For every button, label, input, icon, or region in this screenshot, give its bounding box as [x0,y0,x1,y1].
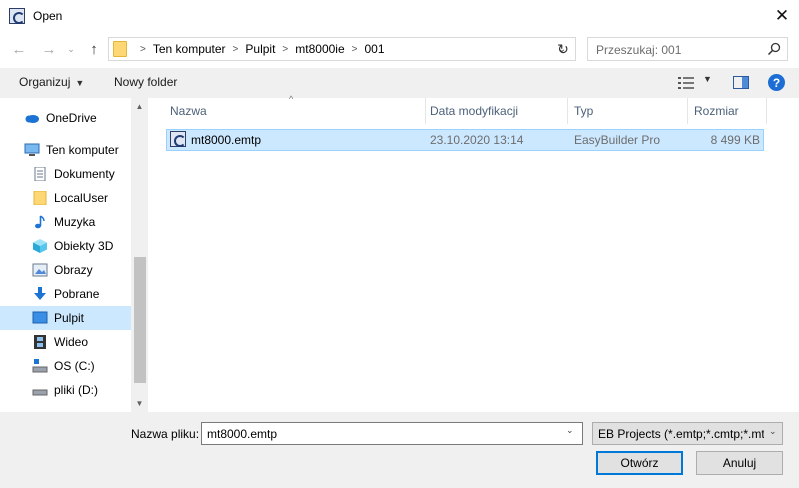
organize-label: Organizuj [19,75,71,89]
easybuilder-app-icon [9,8,25,24]
music-icon [35,215,45,229]
breadcrumb-001[interactable]: 001 [364,42,384,56]
column-header-date[interactable]: Data modyfikacji [430,98,567,124]
file-type-value: EB Projects (*.emtp;*.cmtp;*.mtp) [598,427,764,441]
breadcrumb-separator[interactable]: > [282,44,288,55]
sidebar-item-label: Wideo [54,335,89,349]
breadcrumb: > Ten komputer > Pulpit > mt8000ie > 001 [133,38,385,60]
back-arrow-icon[interactable]: ← [8,38,30,60]
sidebar-item-label: Pobrane [54,287,100,301]
column-header-size[interactable]: Rozmiar [694,98,766,124]
sidebar-item-label: LocalUser [54,191,109,205]
sidebar-item-pobrane[interactable]: Pobrane [0,282,131,306]
sidebar-item-pulpit[interactable]: Pulpit [0,306,131,330]
forward-arrow-icon[interactable]: → [38,38,60,60]
toolbar: Organizuj ▼ Nowy folder ▼ ? [0,68,799,98]
scroll-up-icon[interactable]: ▲ [131,98,148,115]
sidebar-item-label: Dokumenty [54,167,115,181]
column-divider[interactable] [567,98,568,124]
open-button[interactable]: Otwórz [596,451,683,475]
sidebar-item-onedrive[interactable]: OneDrive [0,106,131,130]
close-button[interactable]: ✕ [765,0,799,32]
cancel-button[interactable]: Anuluj [696,451,783,475]
column-header-name[interactable]: Nazwa [170,98,425,124]
sidebar-item-obiekty-3d[interactable]: Obiekty 3D [0,234,131,258]
title-bar: Open ✕ [0,0,799,32]
folder-icon [33,191,47,205]
filename-value: mt8000.emtp [207,427,278,441]
search-input[interactable]: Przeszukaj: 001 [587,37,788,61]
filename-label: Nazwa pliku: [131,427,200,441]
preview-pane-icon[interactable] [733,76,749,89]
file-type-select[interactable]: EB Projects (*.emtp;*.cmtp;*.mtp) ⌄ [592,422,783,445]
column-divider[interactable] [687,98,688,124]
download-icon [34,287,46,300]
sidebar-item-os-c[interactable]: OS (C:) [0,354,131,378]
filename-input[interactable]: mt8000.emtp ⌄ [201,422,583,445]
sidebar-item-label: Pulpit [54,311,85,325]
address-bar[interactable]: > Ten komputer > Pulpit > mt8000ie > 001… [108,37,576,61]
cube-icon [33,239,47,253]
breadcrumb-ten-komputer[interactable]: Ten komputer [153,42,226,56]
document-icon [34,167,46,181]
sidebar-item-label: Ten komputer [46,143,119,157]
folder-icon [113,41,127,57]
drive-icon [32,389,48,396]
sidebar-item-label: pliki (D:) [54,383,98,397]
caret-down-icon: ▼ [75,78,85,88]
search-placeholder: Przeszukaj: 001 [596,43,682,57]
window-title: Open [33,9,63,23]
up-arrow-icon[interactable]: ↑ [83,38,105,60]
sidebar-item-ten-komputer[interactable]: Ten komputer [0,138,131,162]
sidebar-item-pliki-d[interactable]: pliki (D:) [0,378,131,402]
sidebar-item-wideo[interactable]: Wideo [0,330,131,354]
sidebar-item-dokumenty[interactable]: Dokumenty [0,162,131,186]
column-divider[interactable] [425,98,426,124]
new-folder-button[interactable]: Nowy folder [114,75,177,89]
file-name: mt8000.emtp [191,133,262,147]
sidebar-item-label: OS (C:) [54,359,95,373]
picture-icon [32,263,48,277]
sidebar-item-label: Obrazy [54,263,93,277]
column-header-type[interactable]: Typ [574,98,687,124]
sidebar-item-label: Muzyka [54,215,96,229]
file-type: EasyBuilder Pro [574,133,661,147]
sidebar-item-label: OneDrive [46,111,97,125]
search-icon [767,42,781,56]
sidebar-item-obrazy[interactable]: Obrazy [0,258,131,282]
column-divider[interactable] [766,98,767,124]
help-icon[interactable]: ? [768,74,785,91]
navigation-pane: OneDrive Ten komputer Dokumenty LocalUse… [0,98,148,412]
refresh-icon[interactable]: ↻ [552,37,574,61]
breadcrumb-separator[interactable]: > [233,44,239,55]
scrollbar-thumb[interactable] [134,257,146,383]
sidebar-item-localuser[interactable]: LocalUser [0,186,131,210]
sidebar-item-muzyka[interactable]: Muzyka [0,210,131,234]
file-type-dropdown-icon[interactable]: ⌄ [769,426,777,437]
file-size: 8 499 KB [710,133,760,147]
desktop-icon [32,311,48,324]
scroll-down-icon[interactable]: ▼ [131,395,148,412]
breadcrumb-mt8000ie[interactable]: mt8000ie [295,42,344,56]
breadcrumb-pulpit[interactable]: Pulpit [245,42,275,56]
view-options-icon[interactable] [678,76,694,90]
easybuilder-file-icon [170,131,186,147]
file-date: 23.10.2020 13:14 [430,133,524,147]
film-icon [34,335,46,349]
organize-button[interactable]: Organizuj ▼ [19,75,84,89]
cloud-icon [25,115,39,123]
filename-dropdown-icon[interactable]: ⌄ [566,425,574,436]
view-dropdown-icon[interactable]: ▼ [703,74,712,84]
breadcrumb-separator[interactable]: > [352,44,358,55]
drive-icon [32,359,48,373]
recent-locations-dropdown[interactable]: ⌄ [63,38,79,60]
computer-icon [24,143,40,156]
breadcrumb-separator: > [140,43,146,55]
sidebar-item-label: Obiekty 3D [54,239,114,253]
